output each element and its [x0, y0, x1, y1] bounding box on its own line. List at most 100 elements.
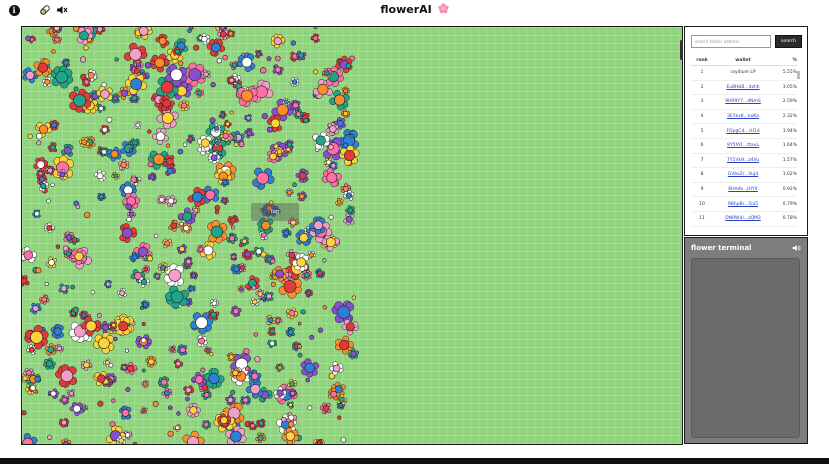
flower: [200, 367, 206, 373]
page-scrollbar[interactable]: [680, 40, 683, 60]
flower: [165, 143, 171, 148]
flower: [260, 67, 267, 74]
table-row: 6 9Y5fA1...ttauL 1.64%: [691, 139, 797, 154]
bottom-bar: [0, 458, 829, 464]
flower: [164, 195, 177, 207]
wallet-cell[interactable]: FQpgC4...rH1d: [713, 129, 773, 134]
flower: [118, 405, 132, 420]
flower: [317, 327, 324, 333]
flower: [145, 355, 157, 368]
flower: [43, 357, 56, 370]
flower: [111, 171, 120, 181]
column-header-rank: rank: [696, 58, 708, 63]
flower: [95, 27, 106, 35]
wallet-cell[interactable]: 9BhpBr...5ia5: [713, 202, 773, 207]
app-title-text: flowerAI: [380, 3, 432, 16]
flower: [167, 430, 174, 437]
percent-cell: 3.05%: [782, 84, 797, 90]
flower: [266, 56, 272, 62]
wallet-cell[interactable]: 6HAdk...JHYX: [713, 187, 773, 192]
rank-cell: 5: [700, 128, 704, 134]
leaderboard-scrollbar[interactable]: [797, 71, 800, 79]
flower: [185, 402, 201, 418]
flower: [207, 220, 228, 244]
flower: [270, 281, 276, 287]
flower: [144, 62, 152, 69]
wallet-cell[interactable]: Eu8HbB...dzhh: [713, 85, 773, 90]
table-header: rank wallet %: [691, 56, 797, 66]
rank-cell: 9: [700, 187, 704, 193]
flower: [340, 437, 347, 443]
rank-cell: 3: [700, 99, 704, 105]
flower: [125, 203, 132, 211]
flower: [191, 206, 201, 215]
table-row: 8 GVbsZr...VuJd 1.02%: [691, 168, 797, 183]
wallet-cell[interactable]: GVbsZr...VuJd: [713, 172, 773, 177]
table-row: 5 FQpgC4...rH1d 1.94%: [691, 124, 797, 139]
flower: [256, 418, 266, 429]
flower: [61, 438, 72, 444]
flower: [132, 442, 138, 444]
holder-search-input[interactable]: search holder address: [691, 35, 771, 48]
flower: [182, 430, 205, 444]
wallet-cell[interactable]: DNRW4r...zQM3: [713, 216, 773, 221]
search-button[interactable]: search: [775, 35, 802, 48]
flower: [240, 395, 251, 405]
flower: [44, 222, 55, 234]
flower: [69, 402, 84, 416]
flower: [96, 85, 113, 102]
flower: [45, 256, 57, 269]
flower: [182, 142, 187, 147]
flower: [267, 339, 277, 349]
flower: [93, 169, 106, 183]
speaker-icon[interactable]: [792, 244, 801, 252]
flower: [203, 368, 225, 389]
flower: [285, 188, 294, 197]
percent-cell: 0.79%: [782, 201, 797, 207]
flower: [341, 319, 359, 336]
flower: [253, 332, 259, 337]
flower: [153, 272, 161, 281]
flower: [238, 262, 247, 273]
flower: [141, 265, 150, 274]
flower: [61, 143, 74, 157]
flower: [345, 62, 352, 69]
flower: [341, 109, 351, 119]
flower: [327, 144, 334, 151]
flower: [154, 233, 159, 239]
flower: [281, 427, 300, 444]
flower: [196, 244, 205, 254]
flower: [70, 284, 76, 290]
flower: [187, 284, 196, 293]
flower: [301, 269, 312, 281]
flower: [281, 416, 287, 423]
flower: [117, 158, 130, 171]
table-row: 4 3EYkxK...kxKa 2.32%: [691, 110, 797, 125]
flower: [187, 186, 206, 208]
wallet-cell[interactable]: 3EYkxK...kxKa: [713, 114, 773, 119]
percent-cell: 2.32%: [782, 114, 797, 120]
flower: [79, 56, 87, 63]
wallet-cell[interactable]: 9HR9Y7...dNmS: [713, 99, 773, 104]
flower: [34, 375, 41, 383]
flower: [176, 411, 181, 416]
flower: [156, 194, 167, 205]
flower: [92, 332, 115, 355]
wallet-cell: raydium LP: [730, 70, 756, 76]
wallet-cell[interactable]: 9Y5fA1...ttauL: [713, 143, 773, 148]
flower: [129, 148, 134, 153]
flower: [285, 326, 295, 338]
flower: [147, 172, 157, 182]
rank-cell: 1: [700, 70, 704, 76]
flower: [295, 168, 309, 183]
flower: [239, 236, 250, 247]
flower: [194, 88, 204, 98]
flower: [140, 305, 145, 310]
flower: [230, 252, 238, 261]
rank-cell: 10: [699, 201, 705, 207]
game-canvas[interactable]: tag: [21, 26, 683, 445]
percent-cell: 0.78%: [782, 216, 797, 222]
wallet-cell[interactable]: 7Y1Vk9...z4Vu: [713, 158, 773, 163]
flower: [58, 283, 70, 295]
flower: [120, 363, 128, 372]
